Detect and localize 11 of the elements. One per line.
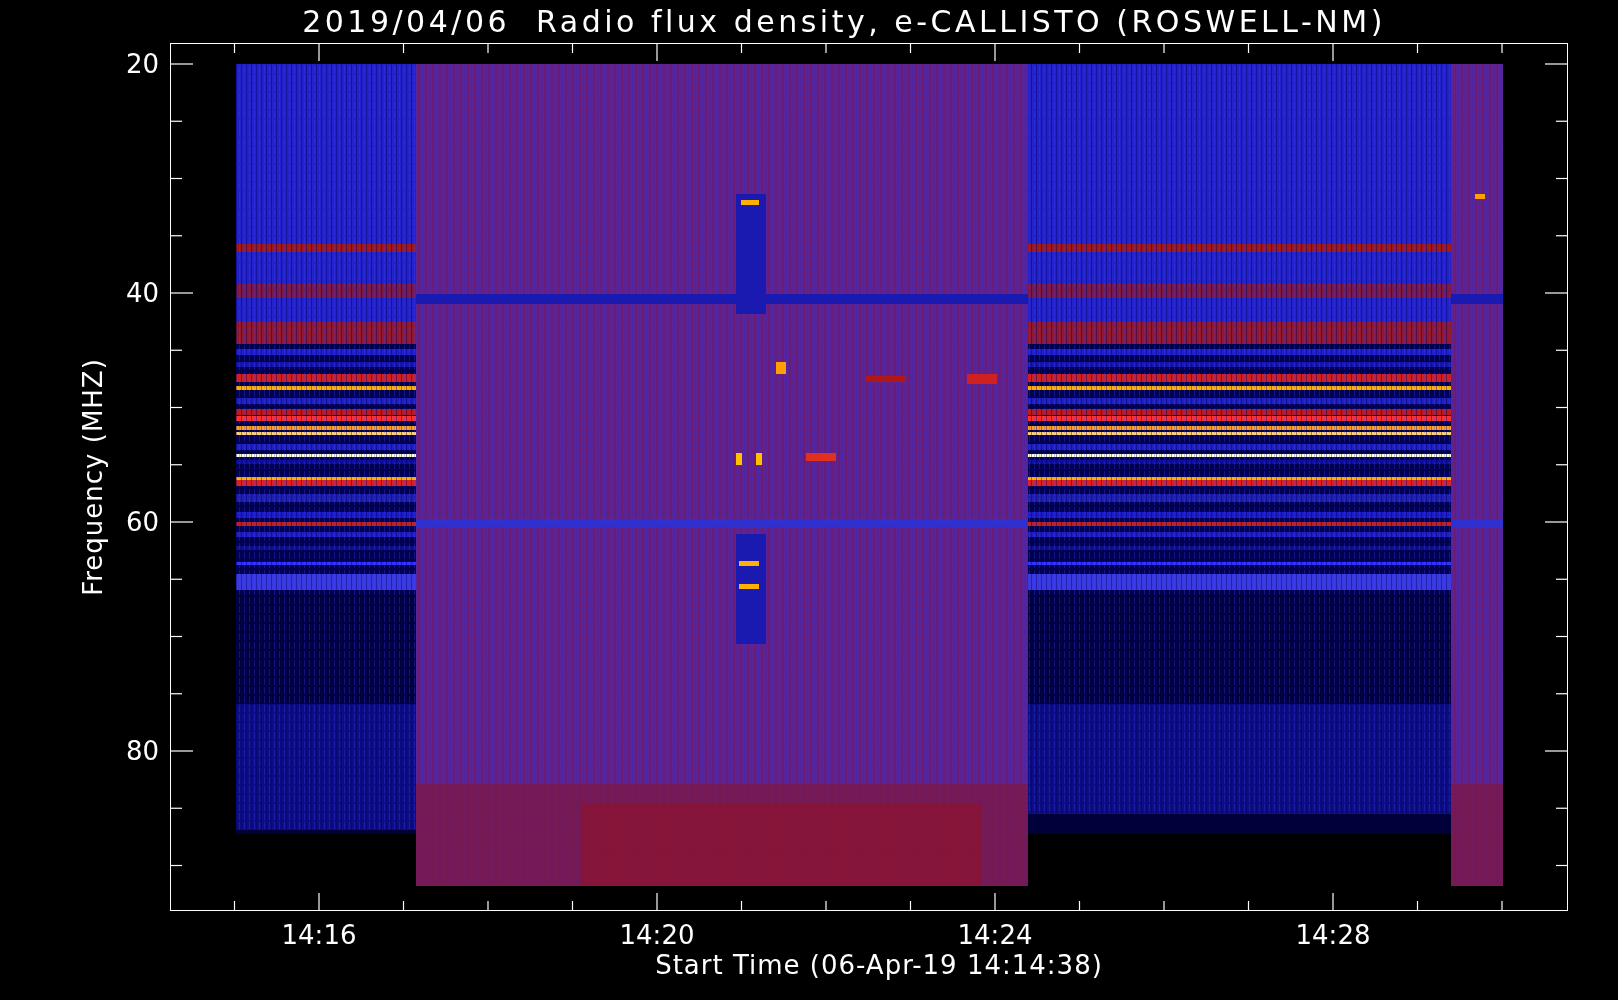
y-tick-label: 80 bbox=[125, 738, 159, 764]
y-tick-label: 40 bbox=[125, 280, 159, 306]
y-axis-label: Frequency (MHZ) bbox=[80, 358, 106, 596]
y-tick-label: 60 bbox=[125, 509, 159, 535]
x-axis-label: Start Time (06-Apr-19 14:14:38) bbox=[655, 950, 1103, 980]
x-tick-label: 14:28 bbox=[1295, 922, 1371, 948]
x-tick-label: 14:24 bbox=[957, 922, 1033, 948]
x-tick-label: 14:20 bbox=[619, 922, 695, 948]
x-tick-label: 14:16 bbox=[281, 922, 357, 948]
chart-title: 2019/04/06 Radio flux density, e-CALLISTO (ROSWELL-NM) bbox=[302, 4, 1386, 39]
y-tick-label: 20 bbox=[125, 51, 159, 77]
